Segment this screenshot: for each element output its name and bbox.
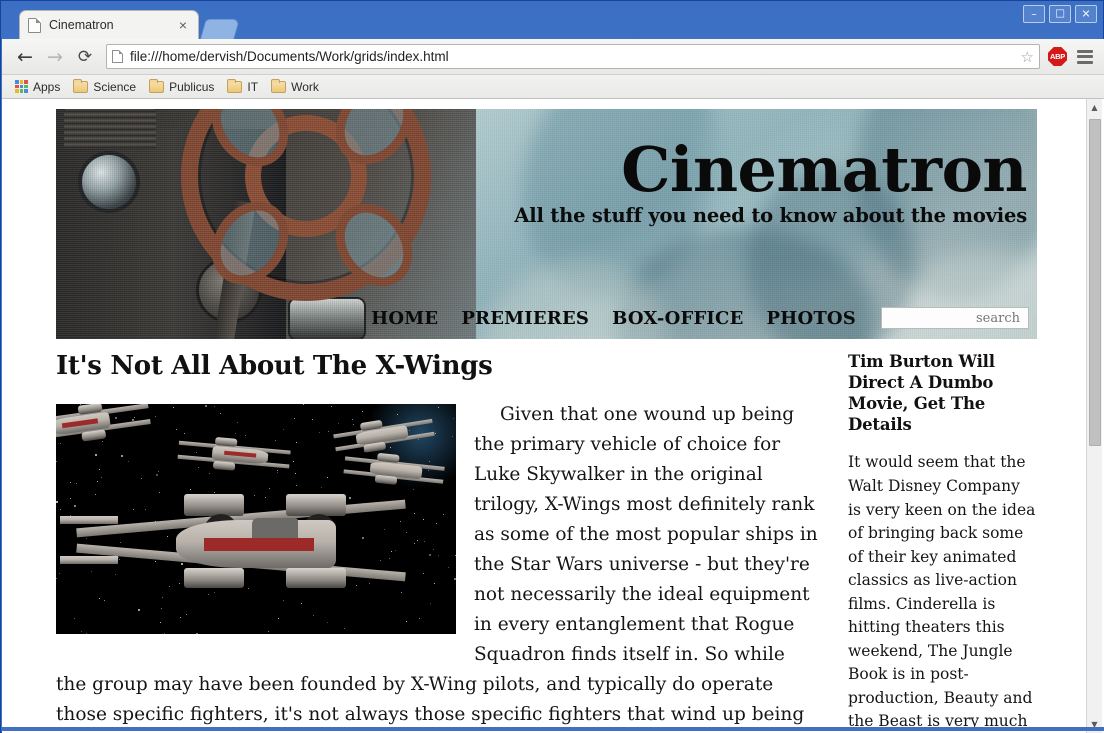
page-scrollbar[interactable]: ▲ ▼ (1086, 99, 1102, 733)
maximize-button[interactable]: ☐ (1049, 5, 1071, 23)
bookmark-science[interactable]: Science (70, 78, 142, 96)
film-projector-photo (56, 109, 476, 339)
close-icon[interactable]: × (176, 18, 190, 32)
scrollbar-thumb[interactable] (1089, 119, 1101, 446)
reload-icon[interactable]: ⟳ (70, 42, 100, 72)
bookmark-label: Apps (33, 79, 61, 94)
browser-toolbar: ← → ⟳ file:///home/dervish/Documents/Wor… (2, 39, 1104, 75)
bookmark-publicus[interactable]: Publicus (146, 78, 220, 96)
tab-title: Cinematron (49, 18, 114, 32)
page-viewport: Cinematron All the stuff you need to kno… (2, 99, 1104, 733)
sidebar: Tim Burton Will Direct A Dumbo Movie, Ge… (838, 351, 1037, 733)
close-icon: ✕ (1081, 7, 1091, 21)
folder-icon (149, 78, 165, 93)
address-bar[interactable]: file:///home/dervish/Documents/Work/grid… (106, 44, 1040, 69)
x-wing-starfighters-photo (56, 404, 456, 634)
bookmark-star-icon[interactable]: ☆ (1021, 48, 1034, 66)
search-input[interactable] (881, 307, 1029, 329)
bookmark-label: Science (93, 79, 137, 94)
bookmark-it[interactable]: IT (224, 78, 264, 96)
nav-item-photos[interactable]: PHOTOS (767, 308, 857, 329)
article-headline: It's Not All About The X-Wings (56, 351, 493, 381)
page-content: It's Not All About The X-Wings Given tha… (56, 339, 1037, 733)
site-nav: HOME PREMIERES BOX-OFFICE PHOTOS (371, 307, 1029, 329)
bookmarks-bar: Apps Science Publicus IT Work (2, 75, 1104, 99)
nav-item-premieres[interactable]: PREMIERES (461, 308, 589, 329)
nav-item-box-office[interactable]: BOX-OFFICE (612, 308, 743, 329)
bookmark-label: Publicus (169, 79, 215, 94)
browser-window: Cinematron × – ☐ ✕ ← → ⟳ file:///home/de… (0, 0, 1104, 733)
site-title: Cinematron (621, 133, 1027, 206)
nav-item-home[interactable]: HOME (371, 308, 438, 329)
hamburger-menu-icon[interactable] (1076, 49, 1094, 65)
back-icon[interactable]: ← (10, 42, 40, 72)
scroll-up-icon[interactable]: ▲ (1087, 99, 1102, 116)
bookmark-work[interactable]: Work (268, 78, 325, 96)
forward-icon[interactable]: → (40, 42, 70, 72)
folder-icon (271, 78, 287, 93)
url-text: file:///home/dervish/Documents/Work/grid… (130, 49, 449, 64)
new-tab-button[interactable] (200, 19, 240, 39)
bookmark-label: Work (291, 79, 319, 94)
page-icon (112, 50, 123, 63)
window-bottom-edge (2, 727, 1104, 731)
site-banner: Cinematron All the stuff you need to kno… (56, 109, 1037, 339)
folder-icon (227, 78, 243, 93)
bookmark-label: IT (247, 79, 259, 94)
folder-icon (73, 78, 89, 93)
tab-strip: Cinematron × – ☐ ✕ (1, 1, 1104, 39)
window-controls: – ☐ ✕ (1023, 5, 1097, 23)
site-tagline: All the stuff you need to know about the… (514, 204, 1027, 227)
web-page: Cinematron All the stuff you need to kno… (2, 99, 1089, 733)
sidebar-headline[interactable]: Tim Burton Will Direct A Dumbo Movie, Ge… (848, 351, 1037, 435)
page-icon (28, 17, 41, 33)
main-article: It's Not All About The X-Wings Given tha… (56, 351, 838, 733)
adblock-plus-icon[interactable]: ABP (1048, 47, 1067, 66)
maximize-icon: ☐ (1055, 7, 1065, 21)
tab-cinematron[interactable]: Cinematron × (19, 10, 199, 39)
close-button[interactable]: ✕ (1075, 5, 1097, 23)
minimize-icon: – (1031, 7, 1037, 21)
apps-grid-icon (15, 80, 28, 93)
minimize-button[interactable]: – (1023, 5, 1045, 23)
bookmark-apps[interactable]: Apps (12, 78, 66, 96)
sidebar-body: It would seem that the Walt Disney Compa… (848, 453, 1036, 731)
